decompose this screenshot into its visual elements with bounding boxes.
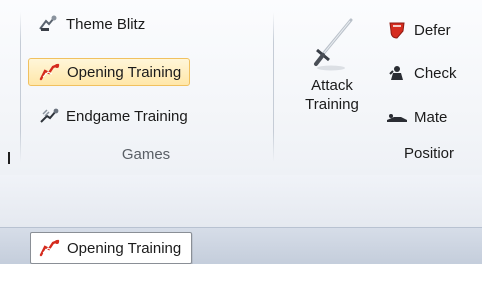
sword-icon [287,16,377,76]
theme-blitz-button[interactable]: Theme Blitz [28,10,153,38]
ribbon: Theme Blitz Opening Training Endgame Tra… [0,0,482,175]
mate-icon [386,108,408,126]
check-label: Check [414,64,457,82]
ribbon-edge-mark [8,152,10,164]
content-area [0,264,482,282]
defense-shield-icon [386,21,408,39]
endgame-training-label: Endgame Training [66,107,188,125]
attack-training-button[interactable]: Attack Training [287,16,377,146]
group-separator [273,12,274,162]
checkmate-icon [386,64,408,82]
games-group: Theme Blitz Opening Training Endgame Tra… [20,0,272,175]
attack-label-line2: Training [305,96,359,113]
games-group-label: Games [121,146,171,163]
endgame-training-button[interactable]: Endgame Training [28,102,196,130]
opening-training-button[interactable]: Opening Training [28,58,191,86]
empty-toolbar-strip [0,175,482,227]
defense-label: Defer [414,21,451,39]
mate-button[interactable]: Mate [386,103,447,131]
positions-group-label: Positior [404,145,455,162]
endgame-training-icon [38,107,60,125]
tab-label: Opening Training [67,239,182,257]
check-button[interactable]: Check [386,59,457,87]
opening-training-icon [39,63,61,81]
mate-label: Mate [414,108,448,126]
theme-blitz-icon [38,15,60,33]
defense-button[interactable]: Defer [386,16,451,44]
opening-training-tab[interactable]: Opening Training [30,232,193,264]
theme-blitz-label: Theme Blitz [66,15,146,33]
opening-training-label: Opening Training [67,63,182,81]
opening-training-icon [39,239,61,257]
attack-label-line1: Attack [311,77,353,94]
